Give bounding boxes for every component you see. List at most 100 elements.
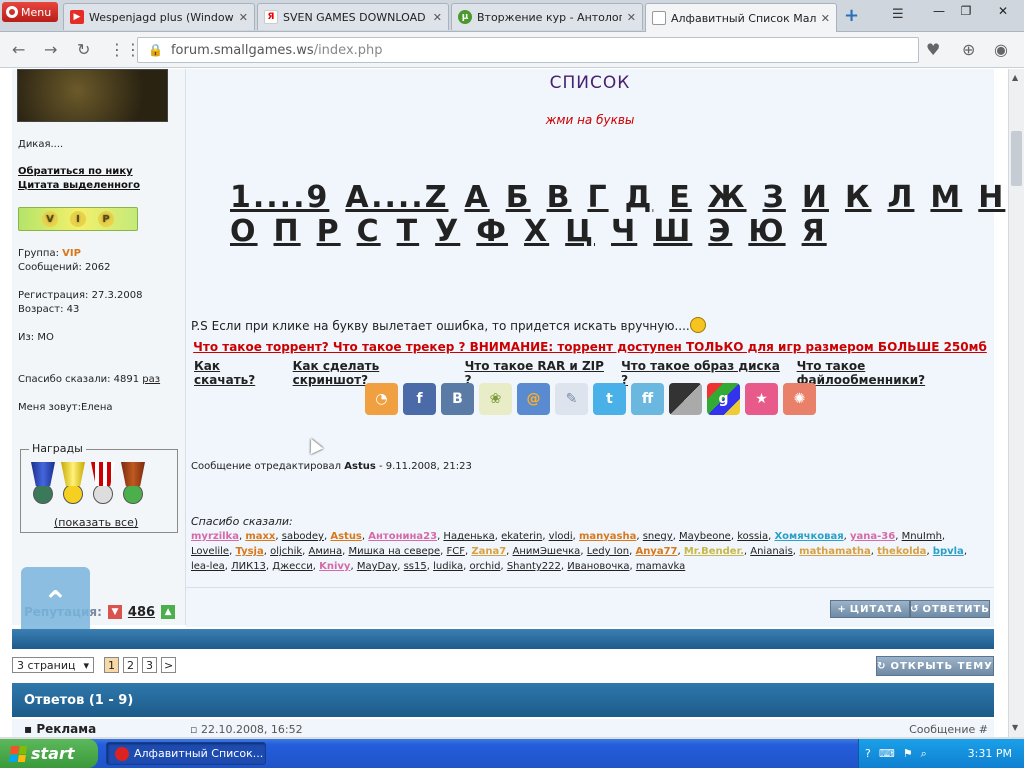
letter-link[interactable]: Ч [611,214,637,249]
scroll-down-icon[interactable]: ▼ [1012,723,1018,732]
letter-link[interactable]: Д [625,180,654,215]
letter-link[interactable]: Э [708,214,732,249]
thanks-user-link[interactable]: Maybeone [679,531,731,542]
close-tab-icon[interactable]: ✕ [627,11,636,24]
letter-link[interactable]: И [802,180,829,215]
back-icon[interactable]: ← [12,40,25,59]
scroll-up-icon[interactable]: ▲ [1012,73,1018,82]
thanks-user-link[interactable]: Амина [309,546,343,557]
thanks-user-link[interactable]: Knivy [319,561,350,572]
thanks-user-link[interactable]: lea-lea [191,561,225,572]
letter-link[interactable]: П [274,214,301,249]
tab-menu-icon[interactable]: ☰ [892,7,904,22]
thanks-user-link[interactable]: Zana7 [471,546,506,557]
thanks-user-link[interactable]: Anya77 [635,546,677,557]
thanks-user-link[interactable]: mathamatha [799,546,871,557]
thanks-user-link[interactable]: vlodi [549,531,573,542]
reply-button[interactable]: ↺ ОТВЕТИТЬ [910,600,990,618]
letter-link[interactable]: С [357,214,381,249]
thanked-link[interactable]: раз [142,374,160,385]
thanks-user-link[interactable]: ludika [433,561,463,572]
thanks-user-link[interactable]: MayDay [357,561,397,572]
show-all-awards-link[interactable]: (показать все) [54,516,138,529]
twitter-icon[interactable]: t [593,383,626,415]
letter-link[interactable]: Ю [748,214,785,249]
thanks-user-link[interactable]: Tysja [235,546,263,557]
opera-menu-button[interactable]: Menu [2,2,58,22]
thanks-user-link[interactable]: Мишка на севере [348,546,440,557]
thanks-user-link[interactable]: Anianais [750,546,793,557]
thanks-user-link[interactable]: maxx [245,531,275,542]
taskbar-opera-window[interactable]: Алфавитный Список... [106,742,266,765]
quote-button[interactable]: + ЦИТАТА [830,600,910,618]
scrollbar-thumb[interactable] [1011,131,1022,186]
thanks-user-link[interactable]: Astus [330,531,362,542]
close-tab-icon[interactable]: ✕ [239,11,248,24]
page-2[interactable]: 2 [123,657,139,673]
thanks-user-link[interactable]: ЛИК13 [231,561,266,572]
thanks-user-link[interactable]: mamavka [636,561,685,572]
rep-down-icon[interactable]: ▼ [107,605,122,619]
thanks-user-link[interactable]: Ивановочка [567,561,629,572]
mention-by-nick-link[interactable]: Обратиться по нику [18,166,133,177]
file-hosts-link[interactable]: Что такое файлообменники? [797,359,994,387]
thanks-user-link[interactable]: ss15 [404,561,427,572]
minimize-icon[interactable]: — [926,2,952,20]
reputation-value[interactable]: 486 [128,605,155,620]
thanks-user-link[interactable]: Наденька [443,531,494,542]
facebook-icon[interactable]: f [403,383,436,415]
how-to-download-link[interactable]: Как скачать? [194,359,284,387]
reload-icon[interactable]: ↻ [77,40,90,59]
quote-selected-link[interactable]: Цитата выделенного [18,180,140,191]
letter-link[interactable]: Х [524,214,549,249]
letter-link[interactable]: Ш [653,214,692,249]
mail-ru-icon[interactable]: @ [517,383,550,415]
help-icon[interactable]: ? [865,747,871,760]
thanks-user-link[interactable]: Джесси [272,561,312,572]
letter-link[interactable]: Г [587,180,608,215]
tab-sven-games[interactable]: Я SVEN GAMES DOWNLOAD — ✕ [257,3,449,30]
livejournal-icon[interactable]: ✎ [555,383,588,415]
thanks-user-link[interactable]: bpvla [933,546,964,557]
thanks-user-link[interactable]: oljchik [270,546,302,557]
thanks-user-link[interactable]: Антонина23 [368,531,437,542]
account-icon[interactable]: ◉ [994,40,1008,59]
close-window-icon[interactable]: ✕ [990,2,1016,20]
letter-link[interactable]: Т [397,214,419,249]
letter-link[interactable]: Л [887,180,914,215]
tab-alphabet-list[interactable]: Алфавитный Список Мален ✕ [645,3,837,32]
letter-link[interactable]: Ц [565,214,595,249]
rss-icon[interactable]: ◔ [365,383,398,415]
letter-link[interactable]: Е [669,180,692,215]
close-tab-icon[interactable]: ✕ [433,11,442,24]
memori-icon[interactable]: ✺ [783,383,816,415]
letter-link[interactable]: В [547,180,572,215]
thanks-user-link[interactable]: yana-36 [850,531,895,542]
thanks-user-link[interactable]: kossia [737,531,768,542]
letter-link[interactable]: Ф [476,214,508,249]
tab-torrent[interactable]: μ Вторжение кур - Антологи ✕ [451,3,643,30]
thanks-user-link[interactable]: MnuImh [902,531,942,542]
delicious-icon[interactable] [669,383,702,415]
thanks-user-link[interactable]: АнимЭшечка [513,546,581,557]
odnoklassniki-icon[interactable]: ❀ [479,383,512,415]
bookmark-heart-icon[interactable]: ♥ [926,40,940,59]
close-tab-icon[interactable]: ✕ [821,12,830,25]
thanks-user-link[interactable]: orchid [469,561,500,572]
thanks-user-link[interactable]: ekaterin [501,531,542,542]
letter-link[interactable]: Б [506,180,531,215]
open-topic-button[interactable]: ↻ ОТКРЫТЬ ТЕМУ [876,656,994,676]
thanks-user-link[interactable]: Ledy Ion [587,546,629,557]
letter-link[interactable]: А [464,180,489,215]
tab-youtube[interactable]: ▶ Wespenjagd plus (Windows ✕ [63,3,255,30]
maximize-icon[interactable]: ❐ [953,2,979,20]
download-icon[interactable]: ⊕ [962,40,975,59]
scroll-to-top-button[interactable]: ⌃ [21,567,90,637]
letter-link[interactable]: О [230,214,258,249]
letter-link[interactable]: У [435,214,460,249]
thanks-user-link[interactable]: myrzilka [191,531,239,542]
keyboard-icon[interactable]: ⌨ [879,747,895,760]
letter-link[interactable]: Ж [708,180,747,215]
forward-icon[interactable]: → [44,40,57,59]
letter-link[interactable]: Н [978,180,1005,215]
